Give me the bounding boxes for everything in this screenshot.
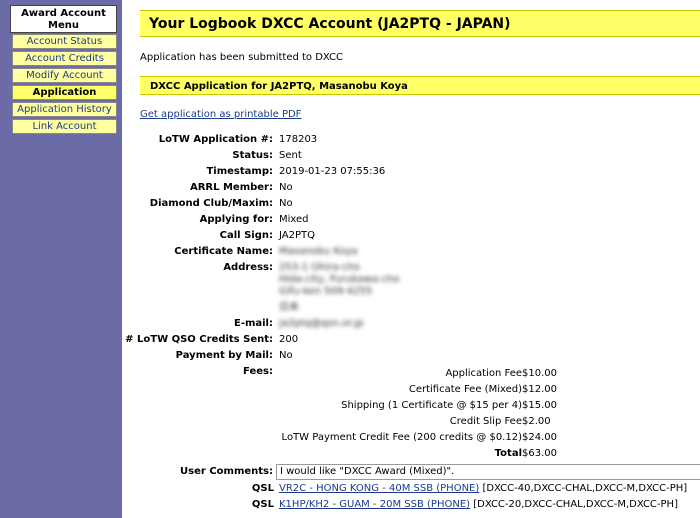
cert-name-value: Masanobu Koya [279,246,358,257]
diamond-club-value: No [279,198,293,209]
callsign-value: JA2PTQ [279,230,315,241]
address-line-1: 253-1 Ohira-cho [279,262,361,273]
timestamp-label: Timestamp: [206,166,273,177]
menu-item-link-account[interactable]: Link Account [12,119,117,134]
fee-item-value: $15.00 [522,400,557,411]
address-line-4: 日本 [279,302,299,313]
applying-for-label: Applying for: [199,214,273,225]
arrl-member-label: ARRL Member: [189,182,273,193]
address-line-3: Gifu-ken 509-4255 [279,286,373,297]
sidebar: Award Account Menu Account Status Accoun… [0,0,122,518]
callsign-label: Call Sign: [219,230,273,241]
page-title: Your Logbook DXCC Account (JA2PTQ - JAPA… [140,10,700,37]
status-label: Status: [232,150,273,161]
fee-item-value: $12.00 [522,384,557,395]
timestamp-value: 2019-01-23 07:55:36 [279,166,386,177]
qsl-row: VR2C - HONG KONG - 40M SSB (PHONE) [DXCC… [279,483,687,494]
submitted-message: Application has been submitted to DXCC [140,52,344,63]
email-label: E-mail: [233,318,273,329]
address-line-2: Hida-city, Furukawa-cho [279,274,400,285]
payment-mail-label: Payment by Mail: [175,350,273,361]
menu-item-application[interactable]: Application [12,85,117,100]
menu-item-account-credits[interactable]: Account Credits [12,51,117,66]
applying-for-value: Mixed [279,214,309,225]
fee-item-label: Certificate Fee (Mixed) [408,384,522,395]
qsl-tags: [DXCC-20,DXCC-CHAL,DXCC-M,DXCC-PH] [470,499,678,510]
fee-item-label: Application Fee [445,368,522,379]
section-title: DXCC Application for JA2PTQ, Masanobu Ko… [140,76,700,95]
user-comments-box: I would like "DXCC Award (Mixed)". [276,464,700,480]
fee-total-value: $63.00 [522,448,557,459]
qsl-tags: [DXCC-40,DXCC-CHAL,DXCC-M,DXCC-PH] [479,483,688,494]
email-value: ja2ptq@qsn.or.jp [279,318,364,329]
fee-item-label: LoTW Payment Credit Fee (200 credits @ $… [281,432,522,443]
fees-label: Fees: [243,366,273,377]
diamond-club-label: Diamond Club/Maxim: [149,198,273,209]
main-content: Your Logbook DXCC Account (JA2PTQ - JAPA… [122,0,700,518]
qsl-link[interactable]: VR2C - HONG KONG - 40M SSB (PHONE) [279,483,479,494]
qsl-label: QSL [251,483,274,494]
menu-item-application-history[interactable]: Application History [12,102,117,117]
qsl-link[interactable]: K1HP/KH2 - GUAM - 20M SSB (PHONE) [279,499,470,510]
payment-mail-value: No [279,350,293,361]
app-no-label: LoTW Application #: [158,134,273,145]
fee-total-label: Total [494,448,522,459]
fee-item-label: Shipping (1 Certificate @ $15 per 4) [341,400,522,411]
app-no-value: 178203 [279,134,318,145]
status-value: Sent [279,150,302,161]
address-label: Address: [223,262,273,273]
qsl-label: QSL [251,499,274,510]
arrl-member-value: No [279,182,293,193]
fee-item-value: $10.00 [522,368,557,379]
credits-sent-label: # LoTW QSO Credits Sent: [125,334,273,345]
qsl-row: K1HP/KH2 - GUAM - 20M SSB (PHONE) [DXCC-… [279,499,678,510]
cert-name-label: Certificate Name: [174,246,273,257]
menu-item-modify-account[interactable]: Modify Account [12,68,117,83]
user-comments-label: User Comments: [180,466,273,477]
printable-pdf-link[interactable]: Get application as printable PDF [140,109,301,120]
credits-sent-value: 200 [279,334,299,345]
menu-title: Award Account Menu [10,5,117,33]
menu-item-account-status[interactable]: Account Status [12,34,117,49]
fee-item-value: $2.00 [522,416,551,427]
fee-item-label: Credit Slip Fee [449,416,522,427]
fee-item-value: $24.00 [522,432,557,443]
